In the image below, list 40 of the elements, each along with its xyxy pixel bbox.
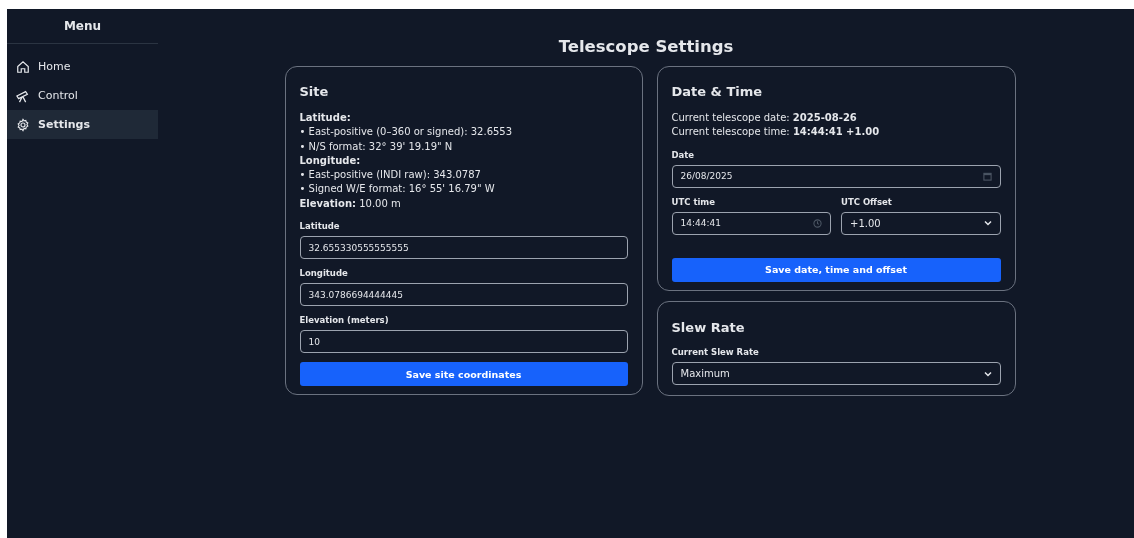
- save-site-button[interactable]: Save site coordinates: [299, 362, 628, 387]
- menu-title: Menu: [63, 19, 102, 33]
- sidebar-item[interactable]: Settings: [7, 110, 158, 139]
- offset-select[interactable]: +1.00: [841, 211, 1001, 235]
- time-field[interactable]: 14:44:41: [671, 211, 831, 235]
- elevation-field[interactable]: 10: [299, 330, 628, 354]
- info-heading: Latitude:: [299, 111, 351, 125]
- info-line: Current telescope time: 14:44:41 +1.00: [671, 125, 880, 140]
- field-label: Longitude: [299, 268, 348, 279]
- field-label: Latitude: [299, 221, 340, 232]
- info-line: • Signed W/E format: 16° 55' 16.79" W: [299, 182, 495, 197]
- home-icon: [16, 59, 30, 74]
- longitude-field[interactable]: 343.0786694444445: [299, 283, 628, 307]
- save-date-button[interactable]: Save date, time and offset: [671, 257, 1001, 282]
- caret-icon: [983, 220, 992, 227]
- card-title: Site: [299, 84, 329, 99]
- clock-icon: [813, 218, 822, 228]
- info-line: • East-positive (INDI raw): 343.0787: [299, 168, 481, 183]
- gear-icon: [16, 117, 30, 132]
- field-label: Date: [671, 149, 695, 160]
- info-line: • East-positive (0–360 or signed): 32.6553: [299, 125, 513, 140]
- info-heading: Longitude:: [299, 153, 361, 168]
- field-label: UTC time: [671, 196, 715, 207]
- telescope-icon: [16, 88, 30, 103]
- field-label: UTC Offset: [841, 196, 892, 207]
- info-line: Current telescope date: 2025-08-26: [671, 111, 857, 125]
- caret-icon: [983, 370, 992, 377]
- sidebar-item[interactable]: Home: [7, 52, 158, 81]
- sidebar-item[interactable]: Control: [7, 81, 158, 110]
- card-title: Slew Rate: [671, 320, 745, 335]
- slew-rate-select[interactable]: Maximum: [671, 362, 1001, 385]
- info-line: • N/S format: 32° 39' 19.19" N: [299, 139, 453, 154]
- date-field[interactable]: 26/08/2025: [671, 164, 1001, 188]
- card-title: Date & Time: [671, 84, 763, 99]
- info-line: Elevation: 10.00 m: [299, 196, 401, 211]
- field-label: Current Slew Rate: [671, 347, 759, 357]
- page-title: Telescope Settings: [558, 37, 734, 56]
- calendar-icon: [982, 171, 992, 181]
- field-label: Elevation (meters): [299, 315, 389, 326]
- latitude-field[interactable]: 32.655330555555555: [299, 236, 628, 260]
